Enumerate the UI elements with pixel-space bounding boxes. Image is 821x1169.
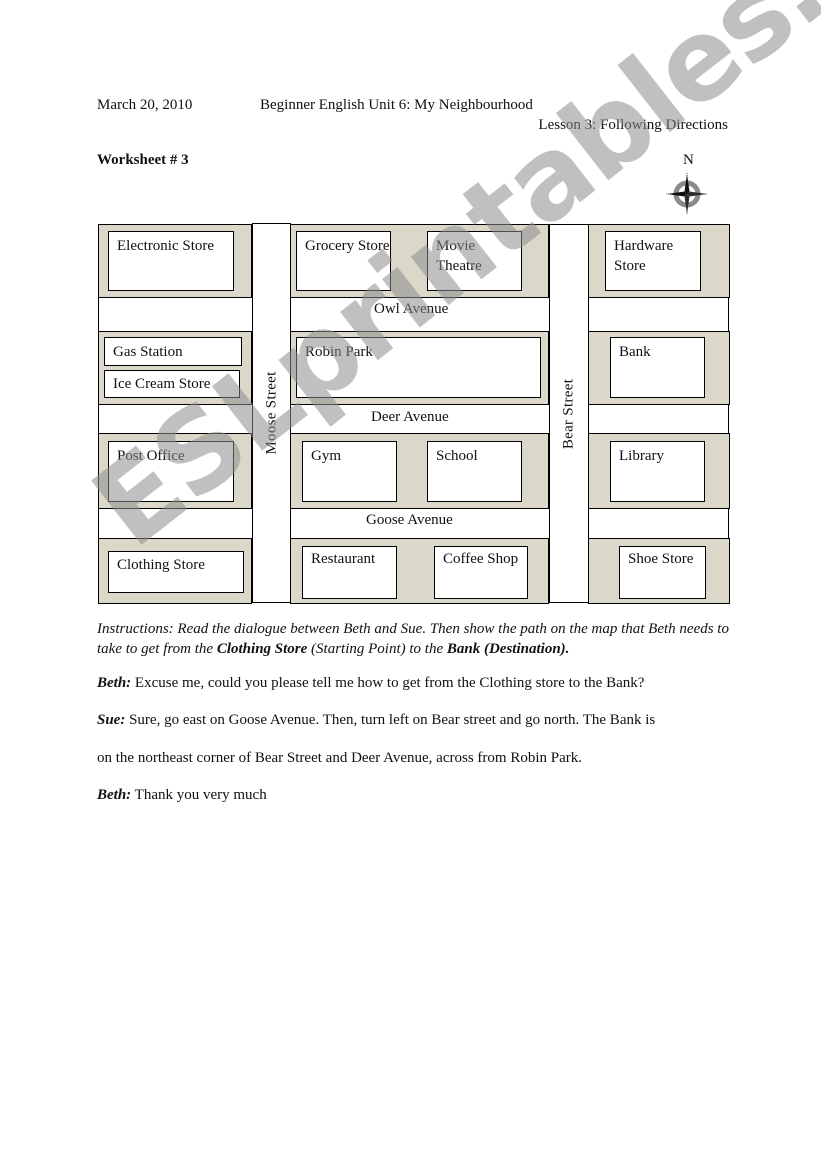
dialogue-line: Beth: Excuse me, could you please tell m… [97,673,737,693]
place-hardware-store: Hardware Store [605,231,701,291]
dialogue-line: Beth: Thank you very much [97,785,737,805]
block-w-row2: Gas Station Ice Cream Store [98,331,252,405]
place-school: School [427,441,522,502]
block-ne: Hardware Store [588,224,730,298]
compass-rose-icon [666,173,708,215]
block-center-row3: Gym School [290,433,549,509]
dialogue-line: on the northeast corner of Bear Street a… [97,748,737,768]
place-gas-station: Gas Station [104,337,242,366]
place-electronic-store: Electronic Store [108,231,234,291]
neighbourhood-map: Electronic Store Grocery Store Movie The… [98,223,730,604]
place-post-office: Post Office [108,441,234,502]
place-grocery-store: Grocery Store [296,231,391,291]
instructions: Instructions: Read the dialogue between … [97,619,737,659]
place-bank: Bank [610,337,705,398]
goose-avenue-label: Goose Avenue [366,512,453,528]
dialogue-line: Sue: Sure, go east on Goose Avenue. Then… [97,710,737,730]
block-e-row3: Library [588,433,730,509]
line-text: on the northeast corner of Bear Street a… [97,750,582,766]
line-text: Sure, go east on Goose Avenue. Then, tur… [125,712,656,728]
place-gym: Gym [302,441,397,502]
speaker: Sue: [97,712,126,728]
place-clothing-store: Clothing Store [108,551,244,593]
block-nw: Electronic Store [98,224,252,298]
block-n-center: Grocery Store Movie Theatre [290,224,549,298]
place-coffee-shop: Coffee Shop [434,546,528,599]
place-movie-theatre: Movie Theatre [427,231,522,291]
moose-street: Moose Street [252,223,291,603]
course-title: Beginner English Unit 6: My Neighbourhoo… [260,97,533,113]
block-w-row3: Post Office [98,433,252,509]
place-restaurant: Restaurant [302,546,397,599]
deer-avenue-label: Deer Avenue [371,409,449,425]
block-e-row2: Bank [588,331,730,405]
instructions-text-3: (Destination). [480,641,570,657]
block-center-row2: Robin Park [290,331,549,405]
destination: Bank [446,641,481,657]
speaker: Beth: [97,787,132,803]
place-robin-park: Robin Park [296,337,541,398]
owl-avenue-label: Owl Avenue [374,301,449,317]
date: March 20, 2010 [97,97,193,113]
speaker: Beth: [97,675,132,691]
bear-street-label: Bear Street [560,378,577,449]
place-ice-cream-store: Ice Cream Store [104,370,240,398]
bear-street: Bear Street [549,224,589,603]
place-shoe-store: Shoe Store [619,546,706,599]
compass-north-label: N [683,152,694,168]
lesson-title: Lesson 3: Following Directions [538,117,728,133]
moose-street-label: Moose Street [263,371,279,455]
line-text: Thank you very much [131,787,267,803]
line-text: Excuse me, could you please tell me how … [131,675,645,691]
block-se: Shoe Store [588,538,730,604]
block-sw: Clothing Store [98,538,252,604]
start-point: Clothing Store [216,641,308,657]
place-library: Library [610,441,705,502]
block-s-center: Restaurant Coffee Shop [290,538,549,604]
worksheet-number: Worksheet # 3 [97,152,189,168]
instructions-text-2: (Starting Point) to the [307,641,447,657]
